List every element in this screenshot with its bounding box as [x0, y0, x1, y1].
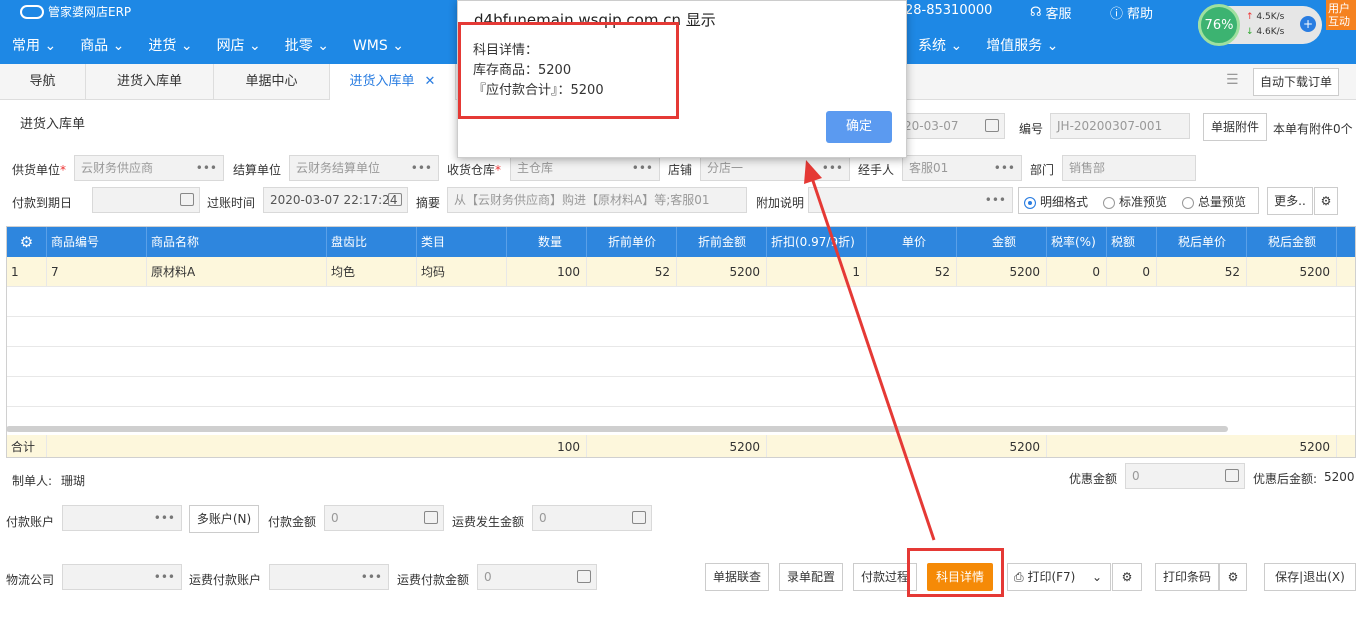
- alert-dialog: d4bfunemain.wsqip.com.cn 显示 科目详情： 库存商品：5…: [457, 0, 907, 158]
- arrow-head: [804, 160, 822, 184]
- arrow-line: [810, 177, 936, 541]
- dialog-line-3: 『应付款合计』：5200: [473, 83, 604, 98]
- dialog-line-2: 库存商品：5200: [473, 63, 572, 78]
- dialog-line-1: 科目详情：: [473, 43, 539, 58]
- ok-button[interactable]: 确定: [826, 111, 892, 143]
